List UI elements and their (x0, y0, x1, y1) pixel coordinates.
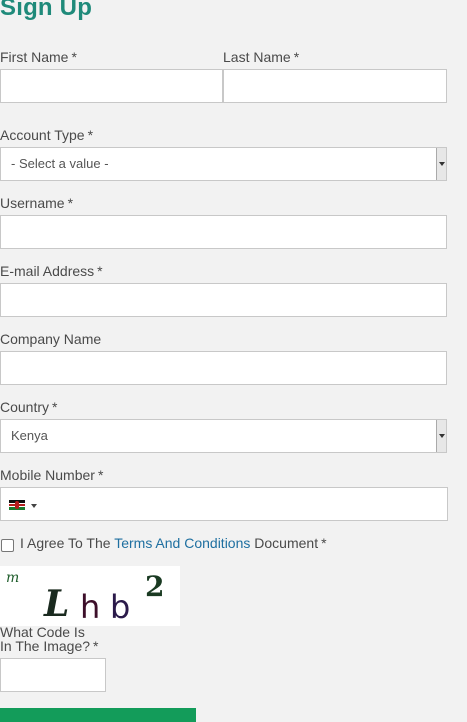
svg-text:b: b (110, 588, 130, 626)
last-name-input[interactable] (223, 69, 447, 103)
mobile-label: Mobile Number * (0, 467, 104, 483)
svg-text:m: m (6, 570, 19, 586)
captcha-label: What Code Is In The Image? * (0, 624, 99, 654)
captcha-input[interactable] (0, 658, 106, 692)
caret-down-icon (436, 420, 446, 452)
svg-text:L: L (43, 583, 69, 625)
country-label: Country * (0, 399, 58, 415)
first-name-label: First Name * (0, 49, 77, 65)
captcha-image: m L h b 2 (0, 566, 180, 626)
account-type-label: Account Type * (0, 127, 94, 143)
terms-link[interactable]: Terms And Conditions (114, 535, 250, 551)
caret-down-icon (436, 148, 446, 180)
svg-text:h: h (80, 588, 100, 626)
svg-text:2: 2 (145, 570, 164, 603)
account-type-select[interactable]: - Select a value - (0, 147, 447, 181)
first-name-input[interactable] (0, 69, 223, 103)
agree-checkbox[interactable] (1, 539, 14, 552)
email-label: E-mail Address * (0, 263, 103, 279)
submit-button[interactable] (0, 708, 196, 722)
account-type-value: - Select a value - (11, 156, 109, 171)
email-input[interactable] (0, 283, 447, 317)
last-name-label: Last Name * (223, 49, 300, 65)
mobile-input[interactable] (0, 487, 448, 521)
kenya-flag-icon[interactable] (9, 500, 25, 511)
username-input[interactable] (0, 215, 447, 249)
country-value: Kenya (11, 428, 48, 443)
company-input[interactable] (0, 351, 447, 385)
username-label: Username * (0, 195, 74, 211)
country-select[interactable]: Kenya (0, 419, 447, 453)
agree-label: I Agree To The Terms And Conditions Docu… (20, 535, 327, 551)
caret-down-icon[interactable] (31, 504, 37, 508)
company-label: Company Name (0, 331, 102, 347)
page-title: Sign Up (0, 0, 93, 21)
